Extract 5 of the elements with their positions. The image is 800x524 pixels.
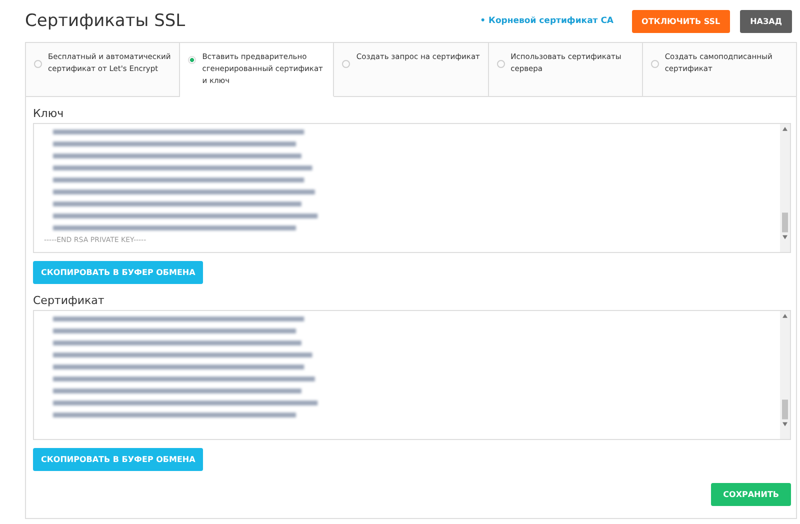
header-button[interactable]: НАЗАД <box>740 10 792 32</box>
field-label: Ключ <box>33 107 65 120</box>
page-title: Сертификаты SSL <box>25 11 186 31</box>
text-area[interactable] <box>33 310 791 440</box>
field-label: Сертификат <box>33 294 106 307</box>
